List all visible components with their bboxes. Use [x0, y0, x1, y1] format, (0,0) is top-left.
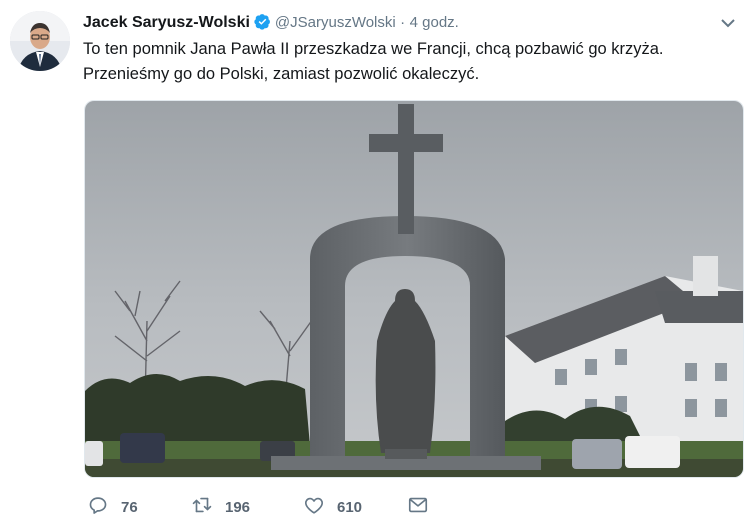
- like-count: 610: [337, 498, 363, 516]
- meta-separator: ·: [400, 14, 406, 31]
- author-handle[interactable]: @JSaryuszWolski: [275, 14, 396, 31]
- retweet-button[interactable]: 196: [191, 494, 303, 520]
- monument-photo: [85, 101, 743, 477]
- envelope-icon: [407, 494, 429, 520]
- verified-badge-icon: [254, 13, 271, 30]
- reply-count: 76: [121, 498, 138, 516]
- like-button[interactable]: 610: [303, 494, 407, 520]
- chevron-down-icon[interactable]: [720, 16, 736, 28]
- tweet-photo[interactable]: [84, 100, 744, 478]
- tweet-timestamp[interactable]: 4 godz.: [410, 14, 459, 31]
- tweet-text: To ten pomnik Jana Pawła II przeszkadza …: [83, 37, 733, 87]
- avatar[interactable]: [10, 11, 70, 71]
- tweet-text-line: Przenieśmy go do Polski, zamiast pozwoli…: [83, 65, 480, 83]
- tweet-actions: 76 196 610: [87, 494, 429, 520]
- author-name[interactable]: Jacek Saryusz-Wolski: [83, 14, 250, 31]
- direct-message-button[interactable]: [407, 494, 429, 520]
- retweet-icon: [191, 494, 213, 520]
- retweet-count: 196: [225, 498, 251, 516]
- avatar-photo: [10, 11, 70, 71]
- tweet-text-line: To ten pomnik Jana Pawła II przeszkadza …: [83, 40, 664, 58]
- reply-button[interactable]: 76: [87, 494, 191, 520]
- tweet-header: Jacek Saryusz-Wolski @JSaryuszWolski · 4 …: [83, 12, 459, 34]
- heart-icon: [303, 494, 325, 520]
- reply-icon: [87, 494, 109, 520]
